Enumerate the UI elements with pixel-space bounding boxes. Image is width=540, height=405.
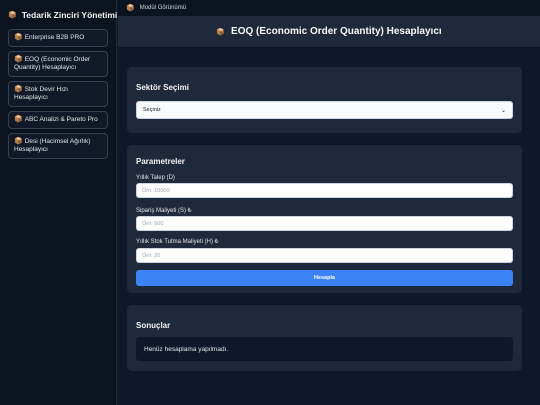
main-content: Sektör Seçimi Seçiniz ⌄ Parametreler Yıl… [118, 47, 540, 405]
package-icon: 📦 [14, 56, 23, 63]
sidebar-title: 📦 Tedarik Zinciri Yönetimi [8, 10, 117, 20]
module-view-bar: 📦 Modül Görünümü [118, 0, 540, 16]
holding-cost-input[interactable]: Örn: 20 [136, 248, 513, 263]
demand-label: Yıllık Talep (D) [136, 175, 175, 181]
order-cost-placeholder: Örn: 500 [142, 220, 164, 227]
page-title: EOQ (Economic Order Quantity) Hesaplayıc… [231, 26, 442, 37]
package-icon: 📦 [126, 5, 135, 12]
results-output: Henüz hesaplama yapılmadı. [136, 337, 513, 361]
parameters-title: Parametreler [136, 157, 185, 166]
sidebar-item-eoq[interactable]: 📦 EOQ (Economic Order Quantity) Hesaplayı… [8, 51, 108, 77]
sidebar: 📦 Tedarik Zinciri Yönetimi 📦 Enterprise B… [0, 0, 117, 405]
package-icon: 📦 [14, 34, 23, 41]
results-card: Sonuçlar Henüz hesaplama yapılmadı. [127, 305, 522, 371]
sidebar-item-label: Desi (Hacimsel Ağırlık) Hesaplayıcı [14, 138, 91, 153]
page-header: 📦 EOQ (Economic Order Quantity) Hesaplay… [118, 16, 540, 47]
package-icon: 📦 [14, 86, 23, 93]
sidebar-item-stock-turnover[interactable]: 📦 Stok Devir Hızı Hesaplayıcı [8, 81, 108, 107]
sidebar-item-label: ABC Analizi & Pareto Pro [24, 116, 98, 123]
chevron-down-icon: ⌄ [500, 107, 506, 114]
sidebar-item-label: Enterprise B2B PRO [24, 34, 85, 41]
order-cost-label: Sipariş Maliyeti (S) ₺ [136, 208, 192, 214]
demand-placeholder: Örn: 10000 [142, 187, 170, 194]
parameters-card: Parametreler Yıllık Talep (D) Örn: 10000… [127, 145, 522, 293]
sector-select[interactable]: Seçiniz ⌄ [136, 101, 513, 119]
sector-title: Sektör Seçimi [136, 83, 189, 92]
results-empty-text: Henüz hesaplama yapılmadı. [144, 345, 229, 353]
sidebar-item-abc-analysis[interactable]: 📦 ABC Analizi & Pareto Pro [8, 111, 108, 129]
sidebar-item-desi[interactable]: 📦 Desi (Hacimsel Ağırlık) Hesaplayıcı [8, 133, 108, 159]
package-icon: 📦 [14, 138, 23, 145]
sidebar-item-enterprise-b2b[interactable]: 📦 Enterprise B2B PRO [8, 29, 108, 47]
package-icon: 📦 [8, 12, 17, 19]
order-cost-input[interactable]: Örn: 500 [136, 216, 513, 231]
holding-cost-placeholder: Örn: 20 [142, 252, 161, 259]
sidebar-title-text: Tedarik Zinciri Yönetimi [21, 10, 118, 20]
package-icon: 📦 [216, 28, 226, 36]
sector-card: Sektör Seçimi Seçiniz ⌄ [127, 67, 522, 133]
holding-cost-label: Yıllık Stok Tutma Maliyeti (H) ₺ [136, 239, 219, 245]
module-view-label: Modül Görünümü [139, 5, 187, 11]
calculate-button[interactable]: Hesapla [136, 270, 513, 286]
demand-input[interactable]: Örn: 10000 [136, 183, 513, 198]
results-title: Sonuçlar [136, 321, 171, 330]
sidebar-item-label: EOQ (Economic Order Quantity) Hesaplayıc… [14, 56, 91, 71]
sector-select-value: Seçiniz [143, 107, 161, 113]
package-icon: 📦 [14, 116, 23, 123]
